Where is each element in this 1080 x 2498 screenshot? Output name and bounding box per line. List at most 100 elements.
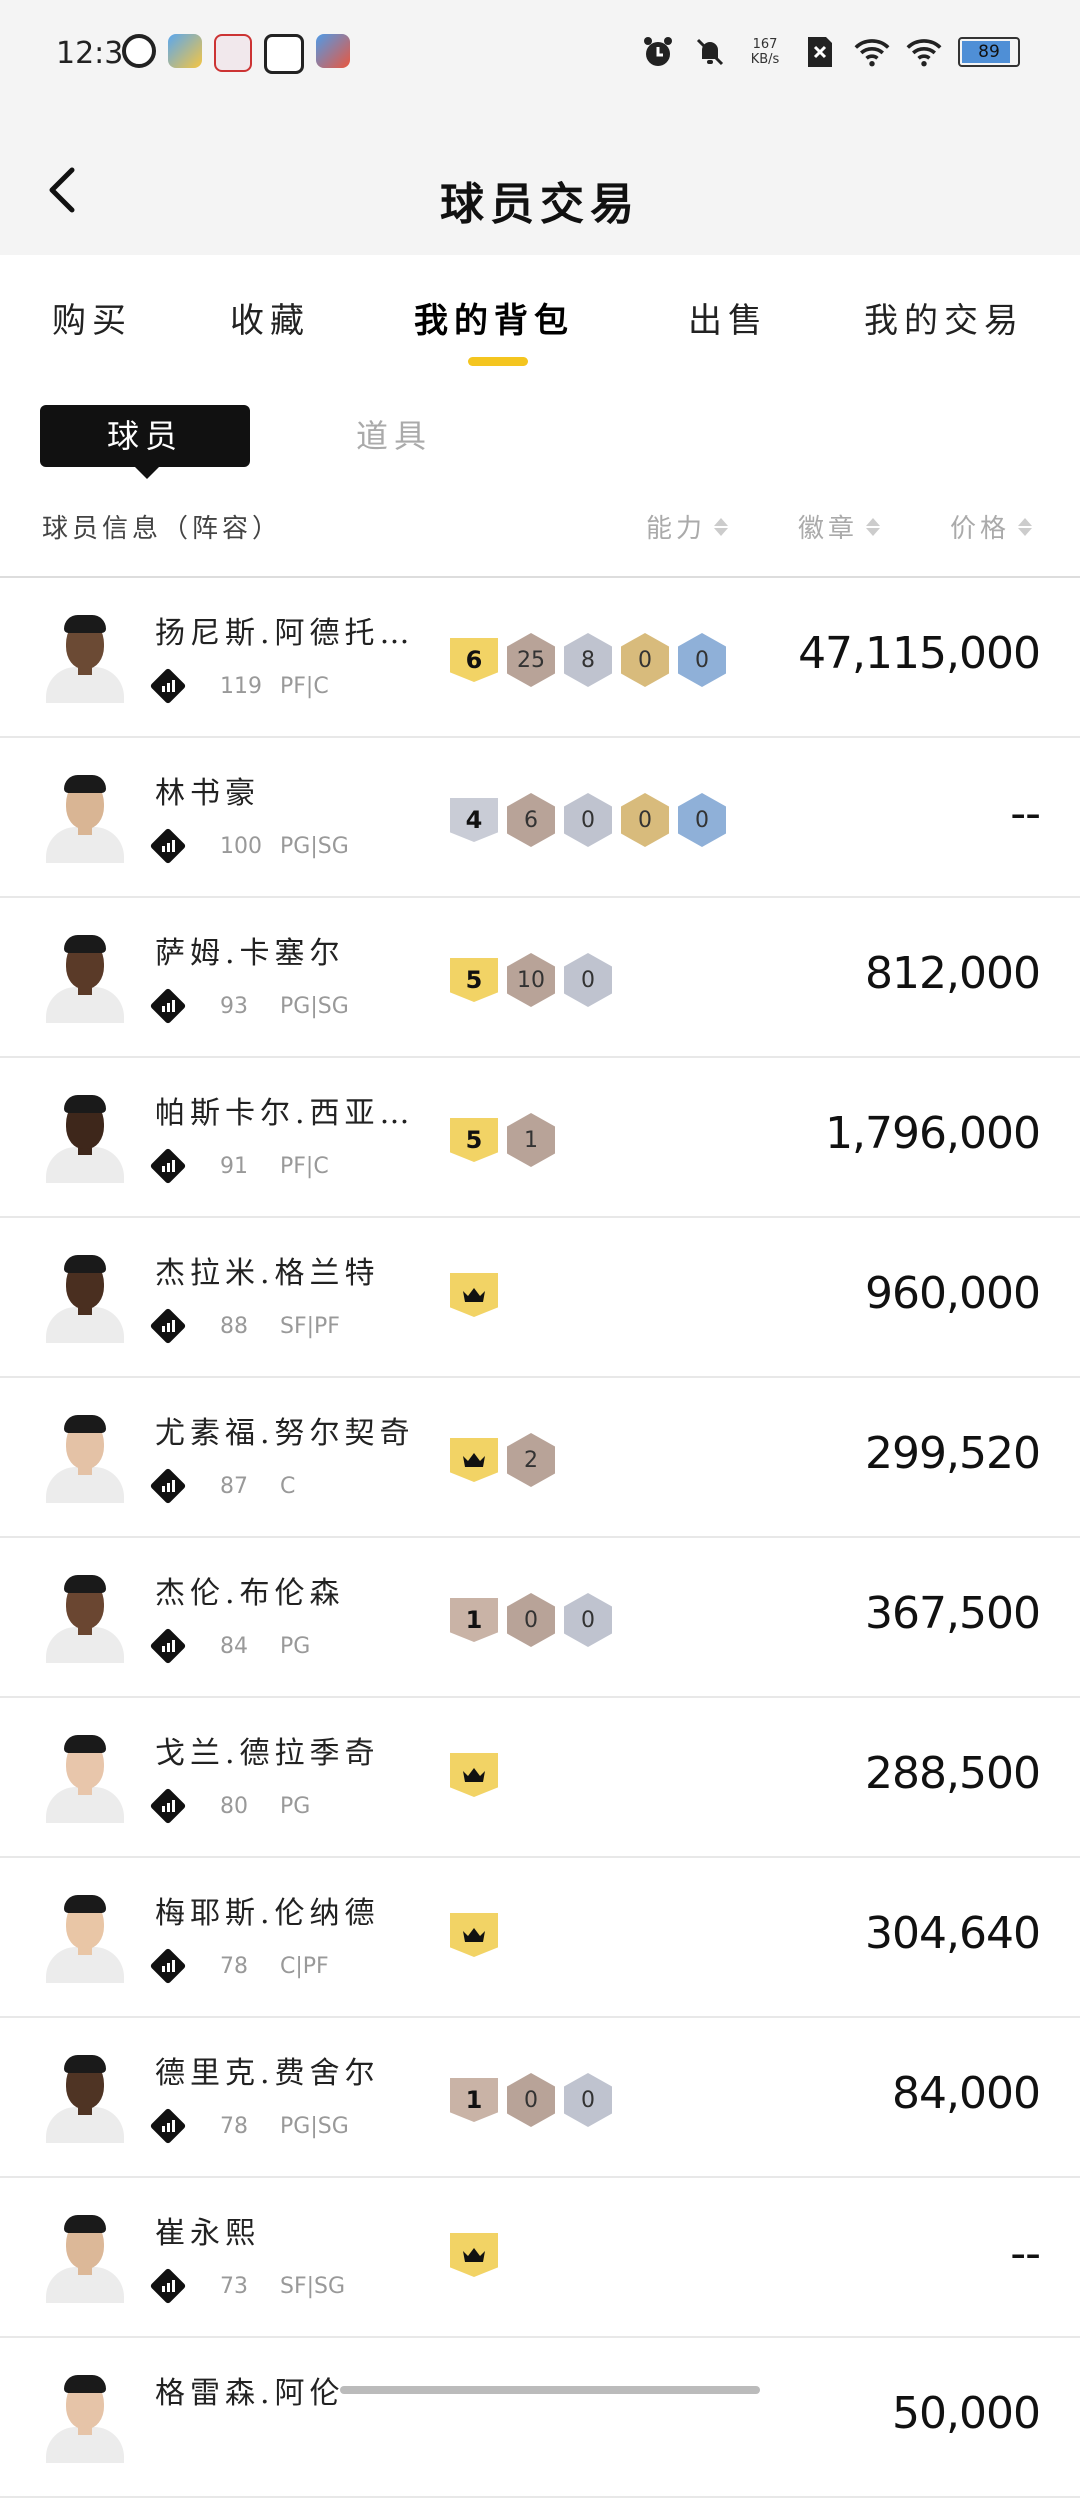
- soul-app-icon: [264, 34, 304, 74]
- player-position: PG: [280, 1634, 311, 1659]
- network-speed: 167 KB/s: [744, 37, 786, 67]
- player-row[interactable]: 格雷森.阿伦 50,000: [0, 2338, 1080, 2498]
- player-list: 扬尼斯.阿德托… 119 PF|C 6 25 8 0 0 47,115,000 林书豪 100 PG|…: [0, 578, 1080, 2498]
- sort-price[interactable]: 价格: [950, 508, 1033, 545]
- ability-level-badge: 5: [450, 958, 498, 1002]
- player-row[interactable]: 林书豪 100 PG|SG 4 6 0 0 0 --: [0, 738, 1080, 898]
- player-row[interactable]: 崔永熙 73 SF|SG --: [0, 2178, 1080, 2338]
- player-rating: 119: [220, 674, 262, 699]
- badge-count-hex: 1: [507, 1113, 555, 1167]
- player-rating: 93: [220, 994, 248, 1019]
- player-badges: [450, 2233, 498, 2277]
- subtab-players[interactable]: 球员: [40, 405, 250, 479]
- player-avatar: [40, 773, 130, 863]
- badge-count-hex: 0: [678, 633, 726, 687]
- player-price: 367,500: [865, 1588, 1041, 1639]
- player-row[interactable]: 杰伦.布伦森 84 PG 1 0 0 367,500: [0, 1538, 1080, 1698]
- sub-tabs: 球员 道具: [0, 375, 1080, 480]
- player-name: 杰伦.布伦森: [155, 1576, 345, 1611]
- player-position: C: [280, 1474, 296, 1499]
- tab-my-trades[interactable]: 我的交易: [864, 293, 1024, 342]
- tab-sell[interactable]: 出售: [688, 293, 768, 342]
- tab-buy[interactable]: 购买: [52, 293, 132, 342]
- stats-bars-icon: [155, 673, 181, 699]
- battery-icon: 89: [958, 37, 1020, 67]
- column-ability-label: 能力: [646, 514, 707, 544]
- player-position: PG|SG: [280, 834, 349, 859]
- player-rating: 84: [220, 1634, 248, 1659]
- game-app-icon: [214, 34, 252, 72]
- player-row[interactable]: 帕斯卡尔.西亚… 91 PF|C 5 1 1,796,000: [0, 1058, 1080, 1218]
- player-avatar: [40, 2053, 130, 2143]
- player-row[interactable]: 梅耶斯.伦纳德 78 C|PF 304,640: [0, 1858, 1080, 2018]
- status-indicators: 167 KB/s 89: [640, 34, 1020, 70]
- player-avatar: [40, 613, 130, 703]
- player-price: 84,000: [892, 2068, 1041, 2119]
- player-row[interactable]: 德里克.费舍尔 78 PG|SG 1 0 0 84,000: [0, 2018, 1080, 2178]
- ability-level-badge: 1: [450, 1598, 498, 1642]
- tab-my-backpack[interactable]: 我的背包: [414, 293, 574, 342]
- badge-count-hex: 0: [678, 793, 726, 847]
- player-row[interactable]: 尤素福.努尔契奇 87 C 2 299,520: [0, 1378, 1080, 1538]
- ability-level-badge: 4: [450, 798, 498, 842]
- player-name: 梅耶斯.伦纳德: [155, 1896, 380, 1931]
- player-badges: 51: [450, 1113, 555, 1167]
- player-name: 格雷森.阿伦: [155, 2376, 345, 2411]
- player-avatar: [40, 1413, 130, 1503]
- crown-icon: [450, 1273, 498, 1317]
- player-avatar: [40, 1893, 130, 1983]
- player-price: 47,115,000: [798, 628, 1041, 679]
- network-speed-unit: KB/s: [750, 52, 780, 67]
- player-row[interactable]: 杰拉米.格兰特 88 SF|PF 960,000: [0, 1218, 1080, 1378]
- sort-badge[interactable]: 徽章: [798, 508, 881, 545]
- subtab-items[interactable]: 道具: [356, 411, 432, 457]
- player-price: 812,000: [865, 948, 1041, 999]
- player-rating: 78: [220, 1954, 248, 1979]
- battery-level: 89: [978, 42, 1000, 62]
- badge-count-hex: 0: [564, 953, 612, 1007]
- ability-level-badge: 6: [450, 638, 498, 682]
- tab-favorites[interactable]: 收藏: [230, 293, 310, 342]
- player-position: PG|SG: [280, 2114, 349, 2139]
- player-name: 德里克.费舍尔: [155, 2056, 380, 2091]
- player-price: 299,520: [865, 1428, 1041, 1479]
- home-indicator[interactable]: [340, 2386, 760, 2394]
- wifi-signal-icon: [854, 34, 890, 70]
- badge-count-hex: 6: [507, 793, 555, 847]
- player-avatar: [40, 1093, 130, 1183]
- badge-count-hex: 2: [507, 1433, 555, 1487]
- column-player-info: 球员信息（阵容）: [42, 514, 283, 544]
- stats-bars-icon: [155, 1153, 181, 1179]
- active-tab-indicator: [468, 357, 528, 366]
- player-price: 960,000: [865, 1268, 1041, 1319]
- player-name: 林书豪: [155, 776, 260, 811]
- badge-count-hex: 0: [564, 793, 612, 847]
- stats-bars-icon: [155, 1633, 181, 1659]
- ability-level-badge: 5: [450, 1118, 498, 1162]
- player-row[interactable]: 萨姆.卡塞尔 93 PG|SG 5 10 0 812,000: [0, 898, 1080, 1058]
- stats-bars-icon: [155, 1313, 181, 1339]
- app-header: 球员交易: [0, 110, 1080, 255]
- player-row[interactable]: 戈兰.德拉季奇 80 PG 288,500: [0, 1698, 1080, 1858]
- player-avatar: [40, 2373, 130, 2463]
- player-price: 50,000: [892, 2388, 1041, 2439]
- main-tabs: 购买 收藏 我的背包 出售 我的交易: [0, 255, 1080, 375]
- player-price: --: [1010, 788, 1041, 839]
- stats-bars-icon: [155, 1953, 181, 1979]
- player-row[interactable]: 扬尼斯.阿德托… 119 PF|C 6 25 8 0 0 47,115,000: [0, 578, 1080, 738]
- netease-music-icon: [122, 34, 156, 68]
- notification-app-icons: [122, 34, 350, 74]
- stats-bars-icon: [155, 2113, 181, 2139]
- player-position: PF|C: [280, 1154, 329, 1179]
- player-name: 杰拉米.格兰特: [155, 1256, 380, 1291]
- player-avatar: [40, 2213, 130, 2303]
- column-badge-label: 徽章: [798, 514, 859, 544]
- player-rating: 80: [220, 1794, 248, 1819]
- sort-ability[interactable]: 能力: [646, 508, 729, 545]
- player-badges: 100: [450, 2073, 612, 2127]
- player-price: 1,796,000: [825, 1108, 1041, 1159]
- network-speed-value: 167: [752, 37, 778, 52]
- badge-count-hex: 10: [507, 953, 555, 1007]
- player-position: PG: [280, 1794, 311, 1819]
- badge-count-hex: 0: [507, 2073, 555, 2127]
